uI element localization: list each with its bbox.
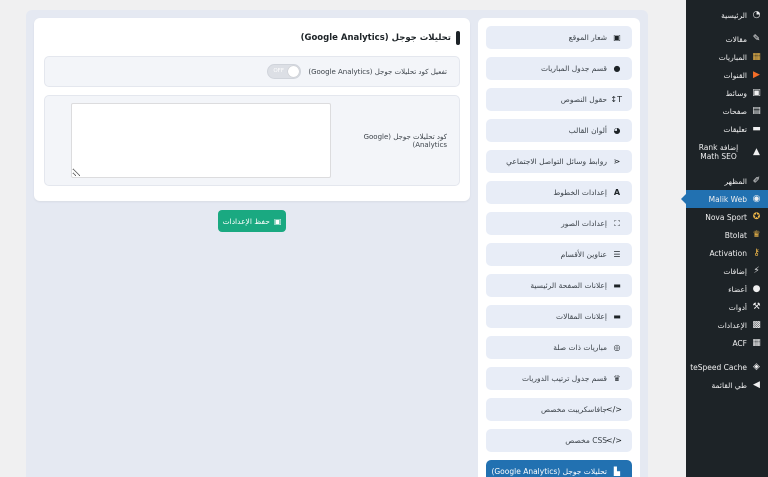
settings-tab-league-standings[interactable]: ♛ قسم جدول ترتيب الدوريات [486, 367, 632, 390]
enable-analytics-row: تفعيل كود تحليلات جوجل (Google Analytics… [44, 56, 460, 87]
analytics-code-label: كود تحليلات جوجل (Google Analytics) [363, 132, 447, 149]
admin-menu-activation[interactable]: ⚷ Activation [686, 244, 768, 262]
settings-icon: ▩ [752, 319, 761, 330]
analytics-code-textarea[interactable] [71, 103, 331, 178]
settings-tab-text-fields[interactable]: T↕ حقول النصوص [486, 88, 632, 111]
admin-menu-dashboard[interactable]: ◔ الرئيسية [686, 6, 768, 24]
settings-tab-custom-css[interactable]: </> CSS مخصص [486, 429, 632, 452]
trophy-icon: ♛ [752, 229, 761, 240]
analytics-code-row: كود تحليلات جوجل (Google Analytics) [44, 95, 460, 186]
trophy-icon: ♛ [613, 373, 621, 383]
pages-icon: ▤ [752, 105, 761, 116]
admin-menu-users[interactable]: ● أعضاء [686, 280, 768, 298]
panel-title: تحليلات جوجل (Google Analytics) [44, 28, 460, 48]
settings-tab-social-links[interactable]: ⋖ روابط وسائل التواصل الاجتماعي [486, 150, 632, 173]
settings-tab-home-ads[interactable]: ▬ إعلانات الصفحة الرئيسية [486, 274, 632, 297]
acf-icon: ▦ [752, 337, 761, 348]
admin-menu-posts[interactable]: ✎ مقالات [686, 30, 768, 48]
save-settings-button[interactable]: ▣ حفظ الإعدادات [218, 210, 286, 232]
ad-icon: ▬ [613, 280, 621, 290]
font-icon: A [613, 187, 621, 197]
admin-menu-matches[interactable]: ▦ المباريات [686, 48, 768, 66]
settings-tab-images[interactable]: ⛶ إعدادات الصور [486, 212, 632, 235]
title-accent-bar [456, 31, 460, 45]
play-icon: ▶ [753, 69, 760, 80]
expand-icon: ⛶ [614, 218, 620, 228]
circle-icon: ● [613, 63, 621, 73]
settings-nav: ▣ شعار الموقع ● قسم جدول المباريات T↕ حق… [478, 18, 640, 477]
settings-tab-matches-table[interactable]: ● قسم جدول المباريات [486, 57, 632, 80]
admin-menu-btolat[interactable]: ♛ Btolat [686, 226, 768, 244]
text-height-icon: T↕ [610, 94, 622, 104]
admin-menu-rankmath[interactable]: ▲ إضافة Rank Math SEO [686, 138, 768, 166]
settings-tab-section-titles[interactable]: ☰ عناوين الأقسام [486, 243, 632, 266]
admin-menu-litespeed[interactable]: ◈ LiteSpeed Cache [686, 358, 768, 376]
ad-icon: ▬ [613, 311, 621, 321]
toggle-knob [288, 66, 300, 77]
brush-icon: ✐ [752, 175, 761, 186]
settings-tab-related-matches[interactable]: ◎ مباريات ذات صلة [486, 336, 632, 359]
malik-icon: ◉ [752, 193, 761, 204]
dashboard-icon: ◔ [752, 9, 761, 20]
save-icon: ▣ [273, 216, 282, 226]
admin-menu-settings[interactable]: ▩ الإعدادات [686, 316, 768, 334]
list-icon: ☰ [613, 249, 621, 259]
comments-icon: ▬ [752, 123, 761, 134]
admin-menu-nova-sport[interactable]: ✪ Nova Sport [686, 208, 768, 226]
settings-tab-post-ads[interactable]: ▬ إعلانات المقالات [486, 305, 632, 328]
collapse-icon: ◀ [753, 379, 760, 390]
admin-menu-tools[interactable]: ⚒ أدوات [686, 298, 768, 316]
enable-analytics-toggle[interactable]: OFF [267, 64, 302, 79]
settings-tab-theme-colors[interactable]: ◕ ألوان القالب [486, 119, 632, 142]
enable-analytics-label: تفعيل كود تحليلات جوجل (Google Analytics… [308, 67, 447, 76]
google-analytics-panel: تحليلات جوجل (Google Analytics) تفعيل كو… [34, 18, 470, 201]
settings-tab-custom-js[interactable]: </> جافاسكريبت مخصص [486, 398, 632, 421]
admin-sidebar: ◔ الرئيسية ✎ مقالات ▦ المباريات ▶ القنوا… [681, 0, 768, 477]
futbol-icon: ◎ [613, 342, 621, 352]
settings-tab-google-analytics[interactable]: ▙ تحليلات جوجل (Google Analytics) [486, 460, 632, 477]
nova-icon: ✪ [752, 211, 761, 222]
code-icon: </> [605, 435, 622, 445]
toggle-state-text: OFF [273, 68, 284, 74]
admin-menu-channels[interactable]: ▶ القنوات [686, 66, 768, 84]
share-icon: ⋖ [613, 156, 621, 166]
palette-icon: ◕ [613, 125, 621, 135]
image-icon: ▣ [613, 32, 621, 42]
users-icon: ● [752, 283, 761, 294]
key-icon: ⚷ [753, 247, 760, 258]
settings-wrapper: ▣ شعار الموقع ● قسم جدول المباريات T↕ حق… [26, 10, 648, 477]
tools-icon: ⚒ [752, 301, 761, 312]
media-icon: ▣ [752, 87, 761, 98]
rankmath-icon: ▲ [753, 146, 760, 157]
chart-icon: ▙ [613, 466, 621, 476]
pin-icon: ✎ [752, 33, 761, 44]
admin-menu-plugins[interactable]: ⚡ إضافات [686, 262, 768, 280]
admin-menu-collapse[interactable]: ◀ طي القائمة [686, 376, 768, 394]
admin-menu-malik-web[interactable]: ◉ Malik Web [681, 190, 768, 208]
settings-tab-fonts[interactable]: A إعدادات الخطوط [486, 181, 632, 204]
litespeed-icon: ◈ [753, 361, 760, 372]
admin-menu-pages[interactable]: ▤ صفحات [686, 102, 768, 120]
code-icon: </> [605, 404, 622, 414]
admin-menu-comments[interactable]: ▬ تعليقات [686, 120, 768, 138]
matches-icon: ▦ [752, 51, 761, 62]
admin-menu-media[interactable]: ▣ وسائط [686, 84, 768, 102]
plugins-icon: ⚡ [753, 265, 760, 276]
admin-menu-appearance[interactable]: ✐ المظهر [686, 172, 768, 190]
admin-menu-acf[interactable]: ▦ ACF [686, 334, 768, 352]
settings-tab-site-logo[interactable]: ▣ شعار الموقع [486, 26, 632, 49]
